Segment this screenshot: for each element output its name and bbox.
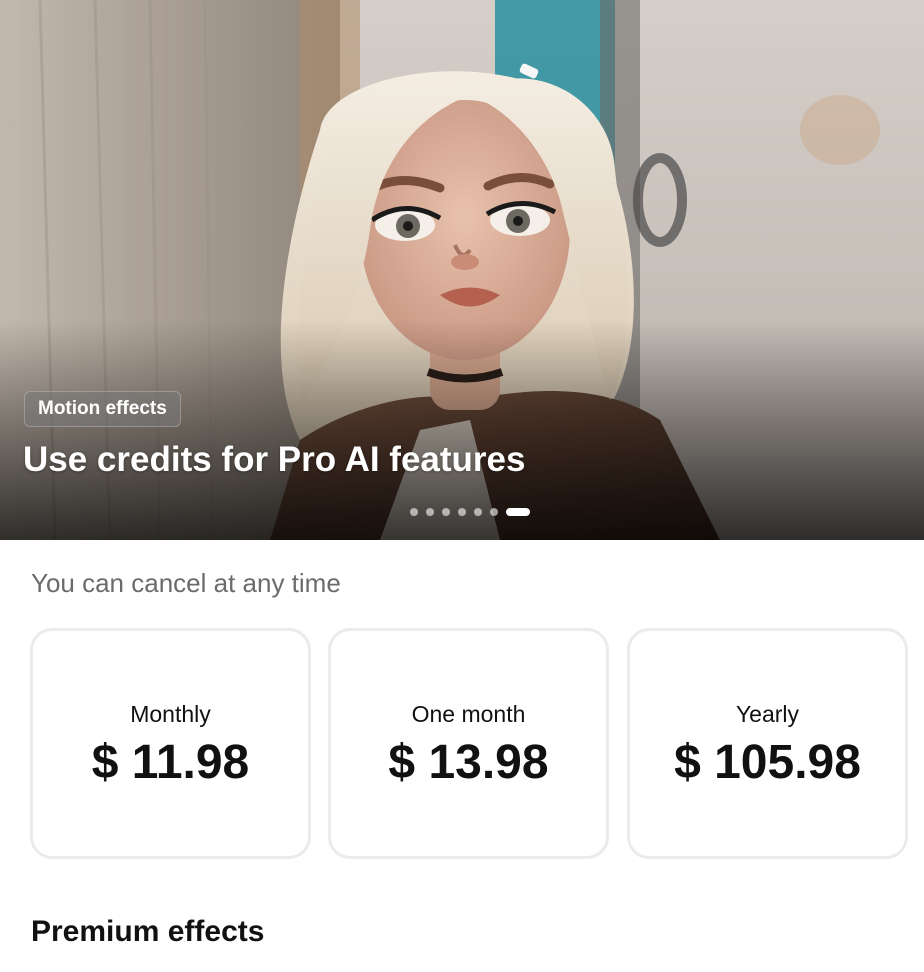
hero-headline: Use credits for Pro AI features xyxy=(23,440,526,479)
plan-card-one-month[interactable]: One month $ 13.98 xyxy=(328,628,609,859)
plan-card-yearly[interactable]: Yearly $ 105.98 xyxy=(627,628,908,859)
cancel-note: You can cancel at any time xyxy=(31,568,341,598)
plan-price: $ 13.98 xyxy=(388,736,549,789)
plan-name: Monthly xyxy=(130,701,211,727)
plan-name: One month xyxy=(411,701,526,727)
carousel-dot[interactable] xyxy=(474,508,482,516)
hero-banner[interactable]: Motion effects Use credits for Pro AI fe… xyxy=(0,0,924,540)
carousel-dot[interactable] xyxy=(410,508,418,516)
carousel-dot[interactable] xyxy=(490,508,498,516)
plan-price: $ 105.98 xyxy=(674,736,861,789)
subscription-page: Motion effects Use credits for Pro AI fe… xyxy=(0,0,924,972)
carousel-dot-active[interactable] xyxy=(506,508,530,516)
plan-price: $ 11.98 xyxy=(91,736,250,789)
hero-tag: Motion effects xyxy=(24,391,181,427)
plan-name: Yearly xyxy=(735,701,800,727)
plan-options: Monthly $ 11.98 One month $ 13.98 Yearly… xyxy=(30,628,908,859)
carousel-dot[interactable] xyxy=(426,508,434,516)
carousel-dot[interactable] xyxy=(442,508,450,516)
carousel-dot[interactable] xyxy=(458,508,466,516)
premium-effects-title: Premium effects xyxy=(31,915,265,948)
plan-card-monthly[interactable]: Monthly $ 11.98 xyxy=(30,628,311,859)
carousel-pagination[interactable] xyxy=(410,507,530,517)
